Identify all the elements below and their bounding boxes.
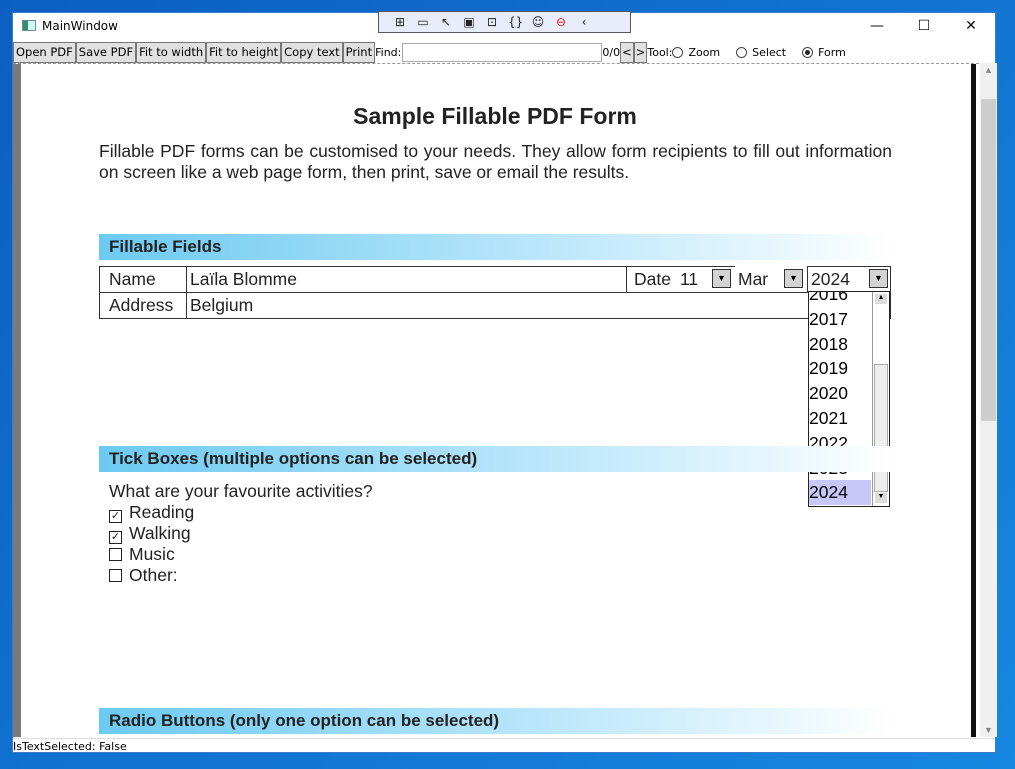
accessibility-icon[interactable]: ☺ — [531, 15, 545, 29]
live-visual-tree-icon[interactable]: ⊞ — [393, 15, 407, 29]
tool-label: Tool: — [647, 45, 673, 59]
name-label: Name — [99, 266, 187, 293]
next-button[interactable]: > — [633, 41, 648, 63]
checkbox-walking[interactable]: ✓ Walking — [109, 523, 191, 544]
print-button[interactable]: Print — [342, 41, 376, 63]
find-input[interactable] — [402, 42, 603, 62]
address-field[interactable]: Belgium — [186, 292, 891, 319]
checkbox-icon[interactable] — [109, 569, 122, 582]
checkbox-checked-icon[interactable]: ✓ — [109, 510, 122, 523]
app-icon — [22, 20, 36, 31]
page-edge — [971, 64, 976, 737]
activities-question: What are your favourite activities? — [109, 481, 373, 501]
toolbar: Open PDF Save PDF Fit to width Fit to he… — [13, 41, 995, 63]
stop-icon[interactable]: ⊖ — [554, 15, 568, 29]
scroll-up-icon[interactable]: ▲ — [980, 65, 997, 75]
name-field[interactable]: Laïla Blomme — [186, 266, 627, 293]
select-element-icon[interactable]: ↖ — [439, 15, 453, 29]
debug-toolbar: ⊞ ▭ ↖ ▣ ⊡ {} ☺ ⊖ ‹ — [378, 11, 631, 33]
maximize-button[interactable]: ☐ — [901, 13, 947, 40]
minimize-button[interactable]: — — [854, 13, 900, 40]
window-title: MainWindow — [42, 19, 118, 33]
fit-height-button[interactable]: Fit to height — [206, 41, 282, 63]
year-list-scroll-thumb[interactable] — [874, 364, 888, 492]
zoom-radio[interactable] — [672, 46, 684, 58]
section-fillable-fields: Fillable Fields — [99, 234, 891, 260]
binding-icon[interactable]: {} — [508, 15, 523, 29]
checkbox-other[interactable]: Other: — [109, 565, 178, 586]
year-option[interactable]: 2020 — [809, 381, 871, 406]
day-dropdown-arrow-icon[interactable]: ▼ — [712, 269, 731, 288]
year-option-selected[interactable]: 2024 — [809, 480, 871, 506]
main-window: MainWindow ⊞ ▭ ↖ ▣ ⊡ {} ☺ ⊖ ‹ — ☐ ✕ Open PDF Sav… — [12, 11, 997, 753]
layout-adorner-icon[interactable]: ▣ — [462, 15, 476, 29]
page-count: 0/0 — [602, 45, 621, 59]
month-dropdown-arrow-icon[interactable]: ▼ — [784, 269, 803, 288]
form-label[interactable]: Form — [818, 46, 846, 59]
page-title: Sample Fillable PDF Form — [353, 103, 637, 129]
address-label: Address — [99, 292, 187, 319]
year-option[interactable]: 2021 — [809, 406, 871, 431]
select-label[interactable]: Select — [752, 46, 786, 59]
form-radio[interactable] — [802, 46, 814, 58]
camera-icon[interactable]: ▭ — [416, 15, 430, 29]
checkbox-checked-icon[interactable]: ✓ — [109, 531, 122, 544]
year-option[interactable]: 2016 — [809, 292, 871, 307]
status-bar: IsTextSelected: False — [13, 738, 995, 753]
prev-button[interactable]: < — [620, 41, 634, 63]
scroll-thumb[interactable] — [981, 99, 996, 421]
scroll-up-icon[interactable]: ▲ — [875, 294, 887, 304]
intro-text: Fillable PDF forms can be customised to … — [99, 141, 892, 182]
collapse-icon[interactable]: ‹ — [577, 15, 591, 29]
page-gutter — [13, 64, 21, 737]
year-dropdown-arrow-icon[interactable]: ▼ — [869, 269, 888, 288]
year-option[interactable]: 2017 — [809, 307, 871, 332]
title-bar: MainWindow ⊞ ▭ ↖ ▣ ⊡ {} ☺ ⊖ ‹ — ☐ ✕ — [13, 11, 995, 40]
checkbox-reading[interactable]: ✓ Reading — [109, 502, 194, 523]
date-label: Date — [626, 266, 678, 293]
zoom-label[interactable]: Zoom — [688, 46, 720, 59]
scroll-down-icon[interactable]: ▼ — [980, 725, 997, 735]
open-pdf-button[interactable]: Open PDF — [13, 41, 76, 63]
copy-text-button[interactable]: Copy text — [281, 41, 343, 63]
pdf-viewer[interactable]: Sample Fillable PDF Form Fillable PDF fo… — [13, 63, 979, 737]
checkbox-label: Other: — [129, 565, 178, 585]
checkbox-label: Reading — [129, 502, 195, 522]
checkbox-label: Walking — [129, 523, 191, 543]
section-radio-buttons: Radio Buttons (only one option can be se… — [99, 708, 891, 734]
section-tick-boxes: Tick Boxes (multiple options can be sele… — [99, 446, 891, 472]
find-label: Find: — [375, 45, 402, 59]
checkbox-music[interactable]: Music — [109, 544, 175, 565]
scroll-down-icon[interactable]: ▼ — [875, 493, 887, 503]
vertical-scrollbar[interactable]: ▲ ▼ — [980, 63, 997, 737]
save-pdf-button[interactable]: Save PDF — [75, 41, 137, 63]
checkbox-icon[interactable] — [109, 548, 122, 561]
track-focus-icon[interactable]: ⊡ — [485, 15, 499, 29]
select-radio[interactable] — [736, 46, 748, 58]
year-list-scrollbar[interactable]: ▲ ▼ — [872, 292, 889, 506]
year-option[interactable]: 2018 — [809, 332, 871, 357]
close-button[interactable]: ✕ — [948, 13, 994, 40]
year-option[interactable]: 2019 — [809, 356, 871, 381]
checkbox-label: Music — [129, 544, 175, 564]
fit-width-button[interactable]: Fit to width — [136, 41, 207, 63]
year-dropdown-list[interactable]: 2016 2017 2018 2019 2020 2021 2022 2023 … — [808, 291, 890, 507]
